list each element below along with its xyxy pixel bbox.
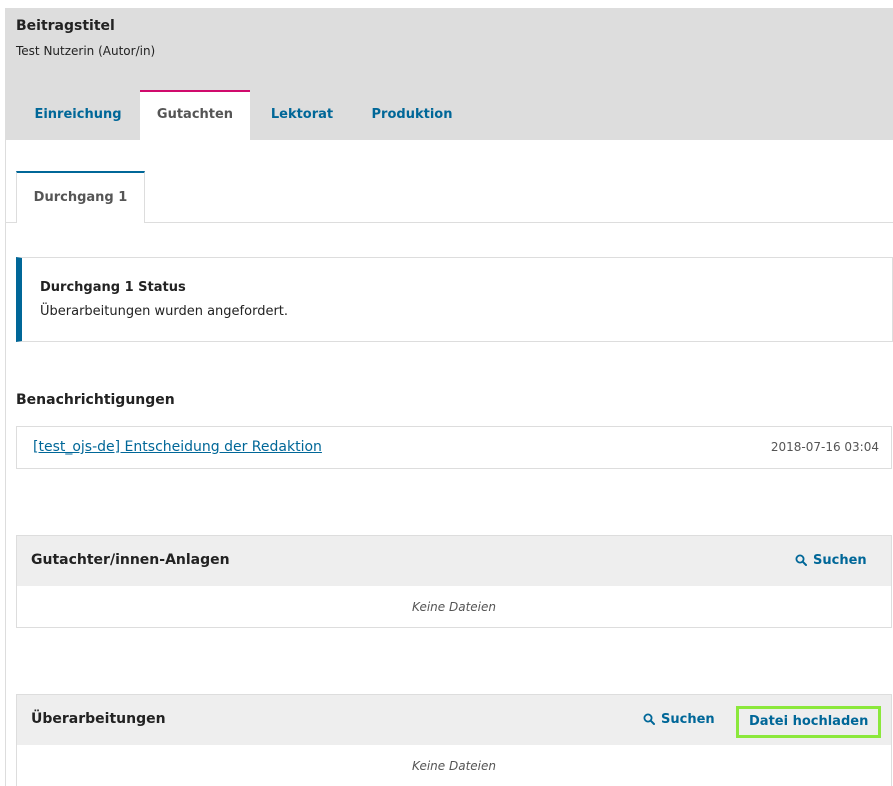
revisions-search-label: Suchen xyxy=(661,712,715,727)
notification-date: 2018-07-16 03:04 xyxy=(770,440,879,454)
notification-item: [test_ojs-de] Entscheidung der Redaktion… xyxy=(16,426,892,469)
reviewer-files-title: Gutachter/innen-Anlagen xyxy=(31,552,230,568)
submission-header: Beitragstitel Test Nutzerin (Autor/in) E… xyxy=(6,8,893,140)
tab-lektorat[interactable]: Lektorat xyxy=(250,90,354,140)
reviewer-files-header: Gutachter/innen-Anlagen Suchen xyxy=(17,536,891,586)
revisions-empty: Keine Dateien xyxy=(412,759,496,773)
notifications-heading: Benachrichtigungen xyxy=(16,392,175,408)
tab-round-1[interactable]: Durchgang 1 xyxy=(16,171,145,223)
revisions-panel: Überarbeitungen Suchen Datei hochladen K… xyxy=(16,694,892,786)
submission-title: Beitragstitel xyxy=(16,18,115,34)
tab-gutachten[interactable]: Gutachten xyxy=(140,90,250,140)
reviewer-files-panel: Gutachter/innen-Anlagen Suchen Keine Dat… xyxy=(16,535,892,628)
search-icon xyxy=(643,713,655,725)
tab-einreichung[interactable]: Einreichung xyxy=(16,90,140,140)
reviewer-files-search-button[interactable]: Suchen xyxy=(795,536,867,586)
round-status-title: Durchgang 1 Status xyxy=(40,280,186,295)
revisions-header: Überarbeitungen Suchen Datei hochladen xyxy=(17,695,891,745)
notification-link[interactable]: [test_ojs-de] Entscheidung der Redaktion xyxy=(33,439,322,455)
round-tabs: Durchgang 1 xyxy=(6,171,893,223)
round-status-text: Überarbeitungen wurden angefordert. xyxy=(40,304,289,319)
reviewer-files-search-label: Suchen xyxy=(813,553,867,568)
submission-author: Test Nutzerin (Autor/in) xyxy=(16,44,156,58)
revisions-search-button[interactable]: Suchen xyxy=(643,695,715,745)
search-icon xyxy=(795,554,807,566)
upload-file-button[interactable]: Datei hochladen xyxy=(736,706,882,738)
round-status-notice: Durchgang 1 Status Überarbeitungen wurde… xyxy=(16,257,893,342)
tab-produktion[interactable]: Produktion xyxy=(354,90,470,140)
reviewer-files-empty: Keine Dateien xyxy=(412,600,496,614)
workflow-tabs: Einreichung Gutachten Lektorat Produktio… xyxy=(6,90,893,140)
page: Beitragstitel Test Nutzerin (Autor/in) E… xyxy=(0,0,893,786)
revisions-title: Überarbeitungen xyxy=(31,711,166,727)
